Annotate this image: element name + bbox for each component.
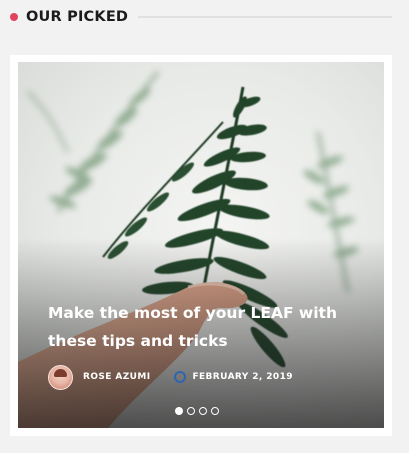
post-date: FEBRUARY 2, 2019 bbox=[192, 372, 293, 382]
post-title[interactable]: Make the most of your LEAF with these ti… bbox=[48, 299, 338, 355]
pager-dot[interactable] bbox=[199, 407, 207, 415]
author-avatar[interactable] bbox=[48, 364, 73, 390]
clock-icon bbox=[174, 371, 187, 383]
author-name[interactable]: ROSE AZUMI bbox=[83, 372, 150, 382]
featured-slide[interactable]: Make the most of your LEAF with these ti… bbox=[18, 62, 384, 428]
post-meta: ROSE AZUMI FEBRUARY 2, 2019 bbox=[48, 364, 293, 390]
section-title: OUR PICKED bbox=[26, 9, 129, 25]
slider-pagination bbox=[175, 406, 223, 416]
pager-dot[interactable] bbox=[187, 407, 195, 415]
picked-card: Make the most of your LEAF with these ti… bbox=[10, 55, 392, 436]
header-divider bbox=[138, 16, 392, 18]
section-header: OUR PICKED bbox=[10, 6, 409, 28]
section-bullet bbox=[10, 13, 18, 21]
pager-dot[interactable] bbox=[211, 407, 219, 415]
pager-dot[interactable] bbox=[175, 407, 183, 415]
